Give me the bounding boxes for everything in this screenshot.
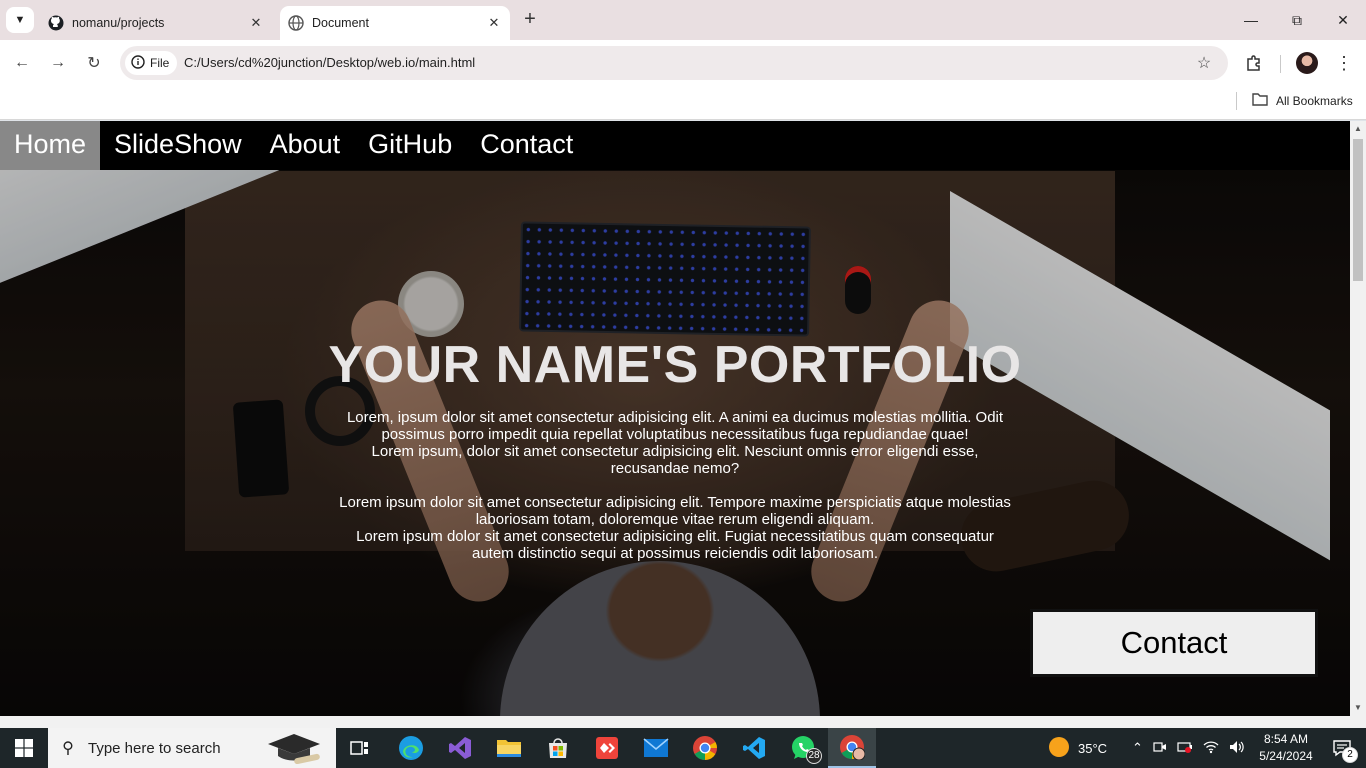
bookmarks-divider (1236, 92, 1237, 110)
extensions-icon[interactable] (1242, 51, 1266, 75)
clock-date: 5/24/2024 (1259, 749, 1313, 763)
github-icon (48, 15, 64, 31)
vscode-icon[interactable] (730, 728, 778, 768)
profile-avatar[interactable] (1296, 52, 1318, 74)
tab-strip: ▼ nomanu/projects ✕ Document ✕ + — ⧉ ✕ (0, 0, 1366, 40)
menu-dots-icon[interactable]: ⋮ (1332, 51, 1356, 75)
windows-logo-icon (15, 739, 33, 757)
paragraph-line: Lorem ipsum dolor sit amet consectetur a… (356, 528, 994, 562)
chrome-profile-icon[interactable] (828, 728, 876, 768)
volume-icon[interactable] (1229, 740, 1245, 757)
whatsapp-icon[interactable]: 28 (779, 728, 827, 768)
scroll-up-arrow-icon[interactable]: ▲ (1354, 125, 1362, 133)
all-bookmarks-label: All Bookmarks (1276, 93, 1353, 108)
mail-icon[interactable] (632, 728, 680, 768)
nav-contact[interactable]: Contact (466, 121, 587, 170)
page-viewport: Home SlideShow About GitHub Contact YOUR… (0, 121, 1350, 716)
contact-button[interactable]: Contact (1030, 609, 1318, 677)
intro-paragraph-1: Lorem, ipsum dolor sit amet consectetur … (335, 409, 1015, 477)
close-icon[interactable]: ✕ (246, 13, 266, 33)
tab-title: nomanu/projects (72, 16, 165, 30)
paragraph-line: Lorem ipsum dolor sit amet consectetur a… (339, 494, 1011, 528)
weather-widget[interactable]: 35°C (1048, 728, 1107, 768)
chevron-down-icon: ▼ (14, 14, 26, 26)
folder-icon (1252, 92, 1268, 109)
tab-search-button[interactable]: ▼ (6, 7, 34, 33)
action-center-button[interactable]: 2 (1318, 728, 1366, 768)
page-bottom-strip (0, 716, 1366, 728)
notification-count: 2 (1342, 747, 1358, 763)
battery-icon[interactable] (1177, 741, 1193, 756)
info-icon (131, 54, 145, 72)
url-text[interactable]: C:/Users/cd%20junction/Desktop/web.io/ma… (184, 55, 475, 70)
task-view-icon[interactable] (336, 728, 384, 768)
back-button[interactable]: ← (10, 51, 34, 75)
minimize-button[interactable]: — (1228, 0, 1274, 40)
weather-temperature: 35°C (1078, 740, 1108, 756)
toolbar-divider (1280, 55, 1281, 73)
site-navbar: Home SlideShow About GitHub Contact (0, 121, 1350, 170)
all-bookmarks-button[interactable]: All Bookmarks (1252, 92, 1353, 109)
close-icon[interactable]: ✕ (484, 13, 504, 33)
system-tray: ⌃ (1132, 728, 1245, 768)
chrome-icon[interactable] (681, 728, 729, 768)
chip-label: File (150, 56, 170, 70)
search-placeholder: Type here to search (88, 739, 221, 757)
file-explorer-icon[interactable] (485, 728, 533, 768)
intro-paragraph-2: Lorem ipsum dolor sit amet consectetur a… (335, 494, 1015, 562)
portfolio-headline: YOUR NAME'S PORTFOLIO (328, 336, 1022, 394)
clock-time: 8:54 AM (1263, 732, 1309, 746)
bookmark-star-icon[interactable]: ☆ (1194, 53, 1214, 73)
sun-icon (1048, 736, 1070, 761)
browser-toolbar: ← → ↻ File C:/Users/cd%20junction/Deskto… (0, 40, 1366, 86)
scroll-down-arrow-icon[interactable]: ▼ (1354, 704, 1362, 712)
meet-now-icon[interactable] (1153, 740, 1167, 757)
nav-about[interactable]: About (256, 121, 355, 170)
wifi-icon[interactable] (1203, 740, 1219, 757)
address-bar[interactable]: File C:/Users/cd%20junction/Desktop/web.… (120, 46, 1228, 80)
reload-button[interactable]: ↻ (82, 51, 106, 75)
tab-document[interactable]: Document ✕ (280, 6, 510, 40)
site-info-chip[interactable]: File (125, 51, 178, 75)
tab-title: Document (312, 16, 369, 30)
anydesk-icon[interactable] (583, 728, 631, 768)
new-tab-button[interactable]: + (520, 9, 540, 30)
edge-icon[interactable] (387, 728, 435, 768)
paragraph-line: Lorem ipsum, dolor sit amet consectetur … (371, 443, 979, 477)
windows-start-button[interactable] (0, 728, 48, 768)
windows-taskbar: ⚲ Type here to search 28 35°C ⌃ 8:54 AM … (0, 728, 1366, 768)
notification-badge: 28 (806, 748, 822, 764)
scrollbar-thumb[interactable] (1353, 139, 1363, 281)
visual-studio-icon[interactable] (436, 728, 484, 768)
nav-home[interactable]: Home (0, 121, 101, 170)
nav-github[interactable]: GitHub (354, 121, 466, 170)
globe-icon (288, 15, 304, 31)
taskbar-clock[interactable]: 8:54 AM 5/24/2024 (1254, 731, 1318, 765)
tab-nomanu-projects[interactable]: nomanu/projects ✕ (40, 6, 272, 40)
vertical-scrollbar[interactable]: ▲ ▼ (1350, 121, 1366, 716)
chevron-up-icon[interactable]: ⌃ (1132, 740, 1143, 756)
bookmarks-bar: All Bookmarks (0, 86, 1366, 120)
microsoft-store-icon[interactable] (534, 728, 582, 768)
search-icon: ⚲ (62, 740, 74, 757)
paragraph-line: Lorem, ipsum dolor sit amet consectetur … (346, 409, 1004, 443)
forward-button[interactable]: → (46, 51, 70, 75)
window-close-button[interactable]: ✕ (1320, 0, 1366, 40)
restore-button[interactable]: ⧉ (1274, 0, 1320, 40)
graduation-cap-icon (264, 732, 322, 768)
nav-slideshow[interactable]: SlideShow (100, 121, 256, 170)
taskbar-search-box[interactable]: ⚲ Type here to search (48, 728, 336, 768)
